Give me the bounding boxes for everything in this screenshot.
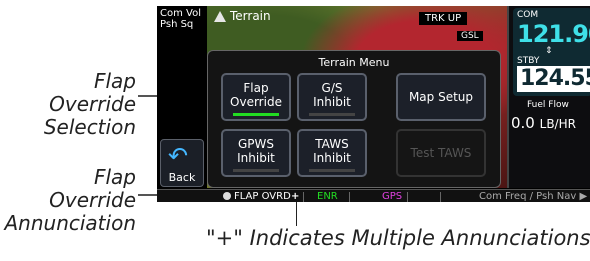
gpws-inhibit-label: GPWS Inhibit: [237, 137, 275, 165]
com-active-frequency: 121.90: [517, 20, 590, 48]
status-separator: [440, 192, 441, 202]
map-setup-button[interactable]: Map Setup: [396, 73, 486, 121]
taws-inhibit-indicator: [309, 169, 355, 172]
flap-ovrd-annunciation: FLAP OVRD: [234, 191, 291, 202]
device-screen: Com Vol Psh Sq Terrain TRK UP GSL COM 12…: [157, 6, 590, 202]
gps-source-annunciation: GPS: [382, 191, 403, 202]
fuel-flow-unit: LB/HR: [539, 117, 576, 131]
map-title: Terrain: [214, 9, 271, 23]
status-separator: [303, 192, 304, 202]
map-setup-label: Map Setup: [408, 90, 474, 104]
annunciation-dot-icon: [223, 192, 231, 200]
com-panel: COM 121.90 ⇕ STBY 124.55 Fuel Flow 0.0 L…: [507, 6, 590, 188]
callout-flap-override-selection: Flap Override Selection: [43, 69, 136, 139]
callout-flap-override-annunciation: Flap Override Annunciation: [4, 165, 136, 235]
back-label: Back: [168, 171, 196, 184]
gpws-inhibit-button[interactable]: GPWS Inhibit: [221, 129, 291, 177]
map-title-label: Terrain: [230, 9, 271, 23]
multiple-annunciation-plus: +: [291, 191, 300, 202]
com-vol-label: Com Vol: [160, 8, 201, 19]
caption: "+" Indicates Multiple Annunciations: [206, 226, 590, 250]
fuel-flow-value: 0.0: [511, 114, 535, 132]
aircraft-icon: [214, 10, 226, 22]
com-vol-knob-hint: Com Vol Psh Sq: [160, 8, 201, 30]
status-separator: [407, 192, 408, 202]
test-taws-button: Test TAWS: [396, 129, 486, 177]
com-freq-knob-hint: Com Freq / Psh Nav ▶: [479, 191, 588, 202]
flap-override-indicator: [233, 113, 279, 116]
trk-up-orientation: TRK UP: [419, 12, 468, 25]
caption-pointer-line: [296, 202, 297, 226]
gsl-label: GSL: [457, 31, 483, 41]
com-frequency-box[interactable]: COM 121.90 ⇕ STBY 124.55: [513, 8, 590, 96]
taws-inhibit-label: TAWS Inhibit: [313, 137, 351, 165]
gs-inhibit-button[interactable]: G/S Inhibit: [297, 73, 367, 121]
fuel-flow-label: Fuel Flow: [527, 100, 569, 110]
fuel-flow-readout: 0.0 LB/HR: [511, 114, 576, 132]
gpws-inhibit-indicator: [233, 169, 279, 172]
terrain-menu: Terrain Menu Flap Override G/S Inhibit M…: [207, 50, 501, 188]
status-separator: [349, 192, 350, 202]
annunciation-bar: FLAP OVRD + ENR GPS Com Freq / Psh Nav ▶: [157, 189, 590, 202]
com-standby-frequency[interactable]: 124.55: [517, 66, 590, 92]
stby-label: STBY: [517, 56, 540, 66]
com-label: COM: [517, 10, 539, 20]
enr-mode-annunciation: ENR: [317, 191, 338, 202]
gs-inhibit-label: G/S Inhibit: [313, 81, 351, 109]
gs-inhibit-indicator: [309, 113, 355, 116]
back-button[interactable]: ↶ Back: [160, 139, 204, 187]
psh-sq-label: Psh Sq: [160, 19, 194, 30]
back-arrow-icon: ↶: [168, 142, 189, 170]
test-taws-label: Test TAWS: [410, 146, 472, 160]
caption-quote: "+": [206, 226, 250, 250]
caption-text: Indicates Multiple Annunciations: [249, 226, 590, 250]
flap-override-button[interactable]: Flap Override: [221, 73, 291, 121]
flap-override-label: Flap Override: [230, 81, 282, 109]
swap-arrows-icon[interactable]: ⇕: [545, 46, 553, 56]
menu-title: Terrain Menu: [318, 56, 390, 69]
taws-inhibit-button[interactable]: TAWS Inhibit: [297, 129, 367, 177]
